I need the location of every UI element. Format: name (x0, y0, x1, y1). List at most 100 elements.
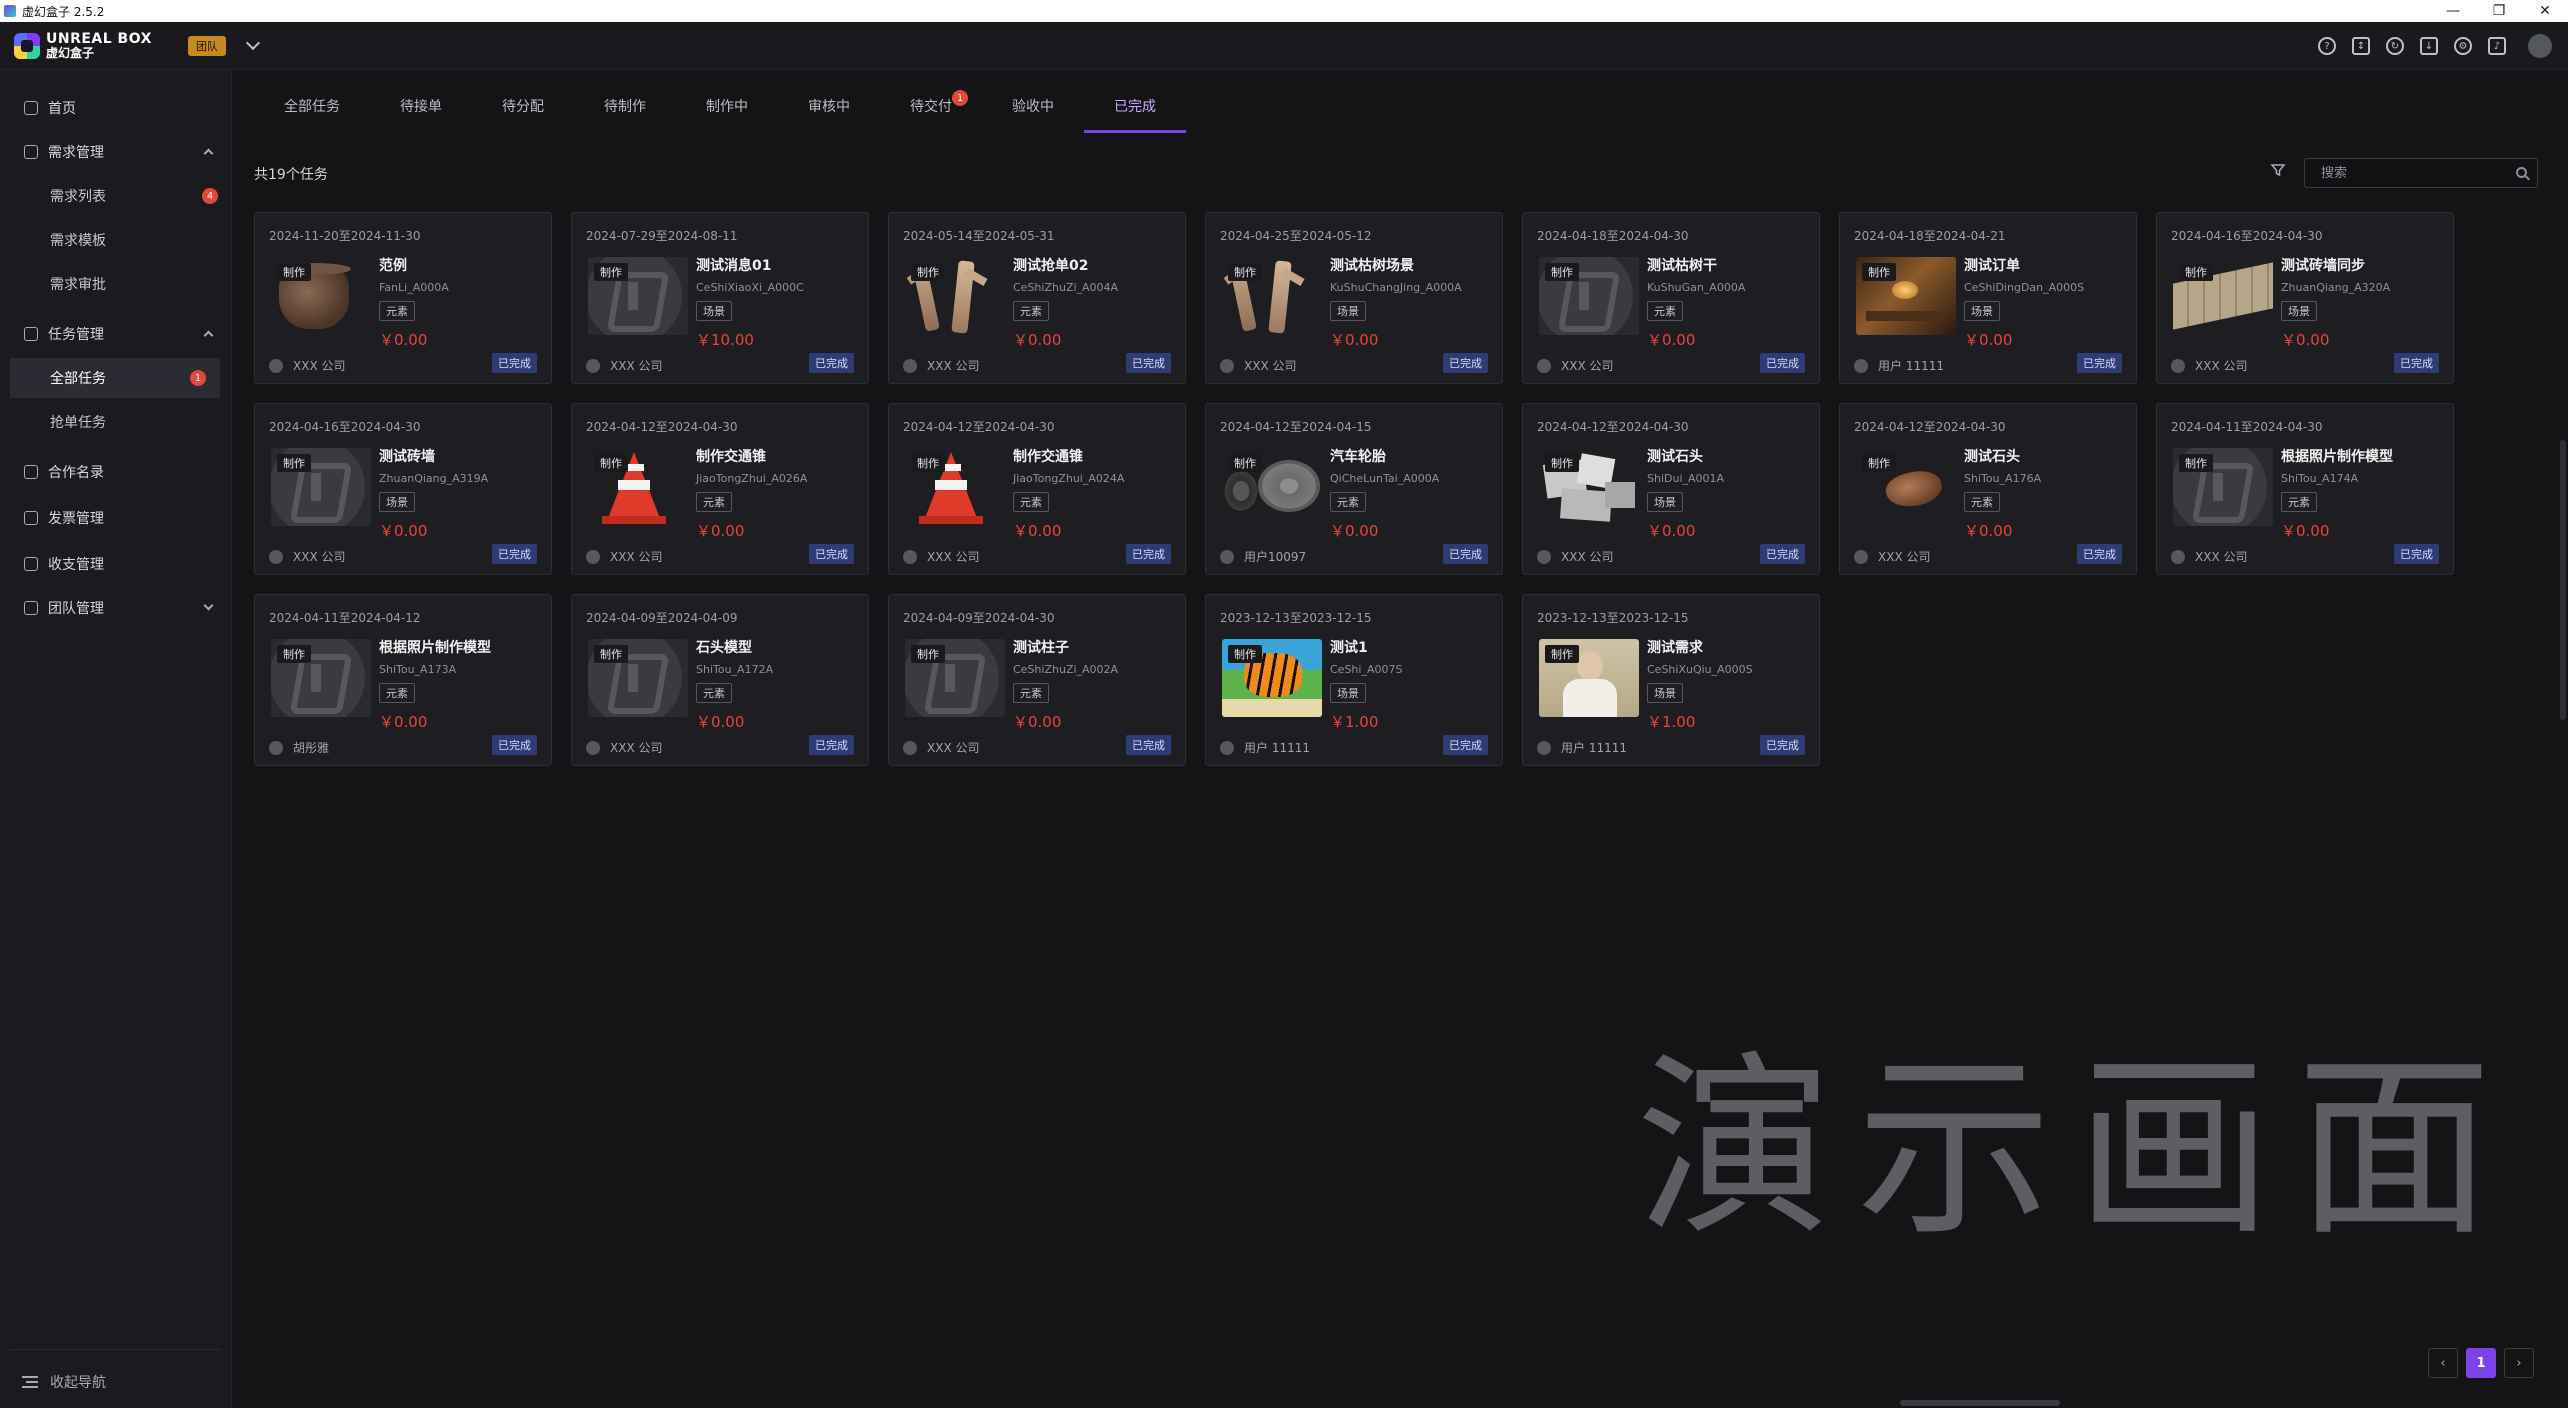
tab-pending-production[interactable]: 待制作 (604, 96, 646, 116)
task-dates: 2024-04-25至2024-05-12 (1220, 229, 1372, 243)
sidebar-item-demand-list[interactable]: 需求列表 4 (0, 178, 232, 214)
search-icon[interactable] (2516, 167, 2527, 178)
owner-name: XXX 公司 (293, 550, 346, 564)
sidebar-item-partners[interactable]: 合作名录 (0, 454, 232, 490)
make-tag: 制作 (2179, 454, 2213, 472)
next-page-button[interactable]: › (2504, 1348, 2534, 1378)
task-card[interactable]: 2023-12-13至2023-12-15 制作 测试需求 CeShiXuQiu… (1522, 594, 1820, 766)
horizontal-scrollbar[interactable] (1900, 1400, 2060, 1406)
task-card[interactable]: 2024-04-16至2024-04-30 制作 测试砖墙同步 ZhuanQia… (2156, 212, 2454, 384)
tab-completed[interactable]: 已完成 (1114, 96, 1156, 116)
sidebar-item-demand-template[interactable]: 需求模板 (0, 222, 232, 258)
tab-all-tasks[interactable]: 全部任务 (284, 96, 340, 116)
owner-name: 用户 11111 (1244, 741, 1310, 755)
tab-in-review[interactable]: 审核中 (808, 96, 850, 116)
search-input[interactable] (2319, 164, 2499, 182)
settings-icon[interactable]: ⚙ (2454, 37, 2472, 55)
search-box[interactable] (2304, 158, 2538, 188)
task-card[interactable]: 2024-04-11至2024-04-12 制作 根据照片制作模型 ShiTou… (254, 594, 552, 766)
prev-page-button[interactable]: ‹ (2428, 1348, 2458, 1378)
download-icon[interactable]: ↓ (2420, 37, 2438, 55)
tab-pending-delivery[interactable]: 待交付 1 (910, 90, 968, 116)
task-card[interactable]: 2024-04-12至2024-04-30 制作 测试石头 ShiDui_A00… (1522, 403, 1820, 575)
status-badge: 已完成 (1760, 544, 1805, 564)
sidebar-item-demand-management[interactable]: 需求管理 (0, 134, 232, 170)
restore-button[interactable]: ❐ (2476, 0, 2522, 22)
task-card[interactable]: 2023-12-13至2023-12-15 制作 测试1 CeShi_A007S… (1205, 594, 1503, 766)
task-code: CeShiDingDan_A000S (1964, 281, 2085, 294)
task-type-tag: 场景 (1647, 683, 1683, 703)
tab-pending-accept[interactable]: 待接单 (400, 96, 442, 116)
sidebar-item-home[interactable]: 首页 (0, 90, 232, 126)
close-button[interactable]: ✕ (2522, 0, 2568, 22)
logo[interactable]: UNREAL BOX 虚幻盒子 (14, 32, 152, 60)
team-badge[interactable]: 团队 (187, 35, 226, 56)
sidebar-divider (10, 1349, 221, 1350)
make-tag: 制作 (277, 645, 311, 663)
minimize-button[interactable]: — (2430, 0, 2476, 22)
task-card[interactable]: 2024-04-18至2024-04-21 制作 测试订单 CeShiDingD… (1839, 212, 2137, 384)
sidebar-item-team-management[interactable]: 团队管理 (0, 590, 232, 626)
task-owner: XXX 公司 (1537, 548, 1613, 565)
chevron-up-icon (203, 148, 214, 159)
owner-avatar (1220, 549, 1234, 564)
task-card[interactable]: 2024-04-09至2024-04-09 制作 石头模型 ShiTou_A17… (571, 594, 869, 766)
status-badge: 已完成 (1126, 353, 1171, 373)
bell-icon[interactable]: ♪ (2488, 37, 2506, 55)
vertical-scrollbar[interactable] (2560, 440, 2566, 720)
task-dates: 2024-11-20至2024-11-30 (269, 229, 421, 243)
task-type-tag: 元素 (1013, 301, 1049, 321)
status-badge: 已完成 (1443, 544, 1488, 564)
help-icon[interactable]: ? (2318, 37, 2336, 55)
status-badge: 已完成 (1443, 353, 1488, 373)
status-badge: 已完成 (2394, 353, 2439, 373)
task-card[interactable]: 2024-05-14至2024-05-31 制作 测试抢单02 CeShiZhu… (888, 212, 1186, 384)
refresh-icon[interactable]: ↻ (2386, 37, 2404, 55)
chevron-down-icon[interactable] (245, 35, 261, 50)
sort-icon[interactable]: ↕ (2352, 37, 2370, 55)
logo-text-en: UNREAL BOX (46, 30, 152, 47)
task-code: ShiTou_A174A (2281, 472, 2359, 485)
sidebar-item-all-tasks[interactable]: 全部任务 1 (10, 358, 220, 398)
task-title: 测试柱子 (1013, 640, 1069, 656)
status-badge: 已完成 (1126, 735, 1171, 755)
task-code: CeShiZhuZi_A004A (1013, 281, 1119, 294)
task-card[interactable]: 2024-11-20至2024-11-30 制作 范例 FanLi_A000A … (254, 212, 552, 384)
task-dates: 2023-12-13至2023-12-15 (1537, 611, 1689, 625)
collapse-nav-label: 收起导航 (50, 1375, 106, 1391)
task-code: KuShuChangJing_A000A (1330, 281, 1462, 294)
sidebar-item-task-management[interactable]: 任务管理 (0, 316, 232, 352)
task-card[interactable]: 2024-04-09至2024-04-30 制作 测试柱子 CeShiZhuZi… (888, 594, 1186, 766)
active-tab-indicator (1084, 130, 1186, 133)
task-dates: 2024-07-29至2024-08-11 (586, 229, 738, 243)
filter-icon[interactable] (2270, 162, 2286, 178)
task-card[interactable]: 2024-04-25至2024-05-12 制作 测试枯树场景 KuShuCha… (1205, 212, 1503, 384)
collapse-nav-button[interactable]: 收起导航 (22, 1372, 106, 1392)
task-card[interactable]: 2024-04-11至2024-04-30 制作 根据照片制作模型 ShiTou… (2156, 403, 2454, 575)
task-card[interactable]: 2024-04-12至2024-04-30 制作 测试石头 ShiTou_A17… (1839, 403, 2137, 575)
owner-avatar (586, 549, 600, 564)
task-owner: XXX 公司 (269, 548, 345, 565)
sidebar-item-label: 发票管理 (48, 511, 104, 527)
tab-in-acceptance[interactable]: 验收中 (1012, 96, 1054, 116)
owner-name: XXX 公司 (927, 741, 980, 755)
task-card[interactable]: 2024-04-12至2024-04-30 制作 制作交通锥 JiaoTongZ… (571, 403, 869, 575)
task-card[interactable]: 2024-07-29至2024-08-11 制作 测试消息01 CeShiXia… (571, 212, 869, 384)
status-badge: 已完成 (809, 544, 854, 564)
tab-in-production[interactable]: 制作中 (706, 96, 748, 116)
task-title: 石头模型 (696, 640, 752, 656)
task-card[interactable]: 2024-04-12至2024-04-30 制作 制作交通锥 JiaoTongZ… (888, 403, 1186, 575)
task-card[interactable]: 2024-04-12至2024-04-15 制作 汽车轮胎 QiCheLunTa… (1205, 403, 1503, 575)
tab-pending-assign[interactable]: 待分配 (502, 96, 544, 116)
sidebar-item-finance[interactable]: 收支管理 (0, 546, 232, 582)
sidebar-item-demand-approval[interactable]: 需求审批 (0, 266, 232, 302)
page-1-button[interactable]: 1 (2466, 1348, 2496, 1378)
user-avatar[interactable] (2528, 34, 2552, 58)
sidebar-item-invoices[interactable]: 发票管理 (0, 500, 232, 536)
task-card[interactable]: 2024-04-16至2024-04-30 制作 测试砖墙 ZhuanQiang… (254, 403, 552, 575)
status-badge: 已完成 (1126, 544, 1171, 564)
task-title: 范例 (379, 258, 407, 274)
task-card[interactable]: 2024-04-18至2024-04-30 制作 测试枯树干 KuShuGan_… (1522, 212, 1820, 384)
sidebar-item-grab-tasks[interactable]: 抢单任务 (0, 404, 232, 440)
count-badge: 1 (952, 90, 968, 106)
